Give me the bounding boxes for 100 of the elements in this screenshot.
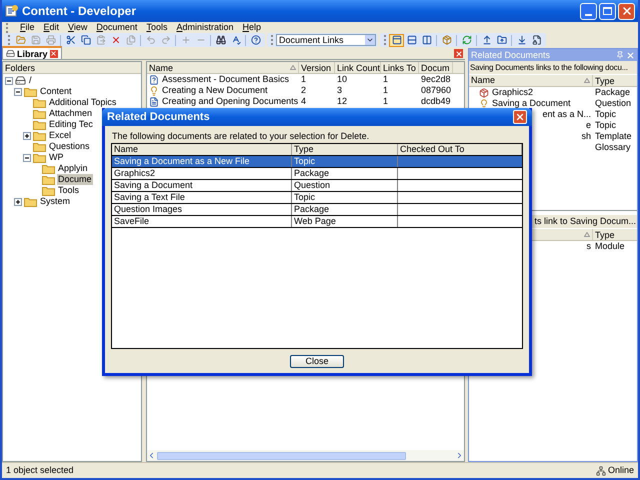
column-header[interactable]: Name: [147, 62, 299, 73]
rows-icon: [406, 35, 416, 45]
sort-arrow-icon: [584, 78, 590, 83]
table-row[interactable]: Graphics2 Package: [112, 167, 522, 179]
table-cell-text: Topic: [594, 109, 618, 120]
panel-caption: Saving Documents links to the following docu...: [469, 61, 637, 74]
close-icon[interactable]: [50, 50, 58, 58]
column-header[interactable]: Links To: [381, 62, 419, 73]
table-cell-text: Question: [594, 98, 632, 109]
library-tab[interactable]: Library: [2, 46, 62, 59]
expand-toggle[interactable]: [23, 132, 31, 140]
column-header[interactable]: Name: [469, 75, 593, 86]
tree-item[interactable]: Additional Topics: [48, 97, 118, 108]
tree-item[interactable]: Docume: [57, 174, 93, 185]
close-dialog-button[interactable]: Close: [290, 354, 344, 368]
expand-toggle[interactable]: [14, 198, 22, 206]
folder-icon: [33, 142, 46, 152]
tree-item[interactable]: Applyin: [57, 163, 89, 174]
menu-item[interactable]: View: [68, 22, 88, 33]
table-row[interactable]: Question Images Package: [112, 203, 522, 215]
folder-icon: [24, 86, 37, 96]
menu-item[interactable]: Administration: [176, 22, 234, 33]
close-icon[interactable]: [454, 49, 463, 58]
menu-item[interactable]: Help: [242, 22, 262, 33]
table-cell: Topic: [292, 156, 398, 167]
table-cell-text: Module: [594, 241, 626, 252]
menu-item[interactable]: Tools: [146, 22, 168, 33]
close-button[interactable]: [618, 2, 635, 20]
table-row[interactable]: Saving a Document as a New File Topic: [112, 155, 522, 167]
folder-icon: [33, 120, 46, 130]
table-cell-text: Template: [594, 131, 633, 142]
help-icon: [250, 35, 260, 45]
column-header: Folders: [3, 62, 141, 74]
table-cell: Saving a Document: [492, 98, 571, 109]
tree-item[interactable]: Editing Tec: [48, 119, 94, 130]
menu-item[interactable]: Document: [96, 22, 138, 33]
save-icon: [30, 35, 40, 45]
column-header[interactable]: Version: [299, 62, 335, 73]
menu-item[interactable]: Edit: [44, 22, 60, 33]
table-cell: 2: [301, 85, 306, 96]
column-header[interactable]: Type: [593, 75, 637, 86]
status-text: 1 object selected: [6, 464, 75, 477]
pin-icon[interactable]: [616, 51, 624, 59]
dialog-title: Related Documents: [107, 110, 211, 125]
tree-item[interactable]: WP: [48, 152, 64, 163]
tree-item[interactable]: System: [39, 196, 72, 207]
table-cell: e: [586, 120, 591, 131]
table-cell: Saving a Document as a New File: [112, 156, 292, 167]
table-cell-text: Topic: [594, 120, 618, 131]
upload-icon: [482, 35, 492, 45]
collapse-toggle[interactable]: [14, 88, 22, 96]
table-cell: Topic: [292, 192, 398, 203]
table-cell: Assessment - Document Basics: [162, 74, 290, 85]
close-button[interactable]: [513, 110, 527, 124]
minimize-button[interactable]: [580, 2, 597, 20]
table-cell: 1: [383, 85, 388, 96]
table-cell: 10: [337, 74, 348, 85]
table-cell: Web Page: [292, 216, 398, 227]
plus-icon: [180, 35, 190, 45]
collapse-toggle[interactable]: [5, 76, 13, 84]
folder-icon: [24, 196, 37, 206]
menu-item[interactable]: File: [20, 22, 35, 33]
column-header[interactable]: Link Count: [335, 62, 381, 73]
copy-icon: [80, 35, 90, 45]
table-cell: Graphics2: [112, 168, 292, 179]
table-row[interactable]: Saving a Text File Topic: [112, 191, 522, 203]
table-cell: 1: [383, 96, 388, 107]
document-icon: [149, 96, 159, 106]
column-header[interactable]: Docum: [419, 62, 453, 73]
undo-icon: [146, 35, 156, 45]
tree-item[interactable]: Tools: [57, 185, 80, 196]
drive-icon: [15, 75, 26, 86]
close-icon[interactable]: [626, 50, 635, 60]
tree-item[interactable]: Excel: [48, 130, 72, 141]
lightbulb-icon: [479, 98, 489, 108]
table-cell: 1: [383, 74, 388, 85]
table-cell: Graphics2: [492, 87, 534, 98]
columns-icon: [422, 35, 432, 45]
table-row[interactable]: Saving a Document Question: [112, 179, 522, 191]
tree-item[interactable]: /: [28, 75, 33, 86]
view-top-button[interactable]: [389, 34, 404, 46]
plus-icon: [24, 132, 30, 138]
sort-arrow-icon: [290, 65, 296, 70]
document-row[interactable]: Creating a New Document 2 3 1 087960: [147, 85, 464, 96]
document-row[interactable]: Assessment - Document Basics 1 10 1 9ec2d8: [147, 74, 464, 85]
document-row[interactable]: Creating and Opening Documents 4 12 1 dcdb49: [147, 96, 464, 107]
network-icon: [596, 466, 606, 476]
maximize-button[interactable]: [599, 2, 616, 20]
table-cell: Saving a Document: [112, 180, 292, 191]
horizontal-scrollbar[interactable]: [147, 450, 464, 461]
tree-item[interactable]: Attachmen: [48, 108, 94, 119]
tree-item[interactable]: Questions: [48, 141, 91, 152]
app-icon: [5, 4, 19, 18]
table-row[interactable]: SaveFile Web Page: [112, 215, 522, 227]
minimize-icon: [585, 14, 592, 16]
package-icon: [442, 35, 452, 45]
collapse-toggle[interactable]: [23, 154, 31, 162]
spell-check-icon: [230, 35, 240, 45]
link-filter-dropdown[interactable]: Document Links: [276, 34, 376, 46]
tree-item[interactable]: Content: [39, 86, 73, 97]
